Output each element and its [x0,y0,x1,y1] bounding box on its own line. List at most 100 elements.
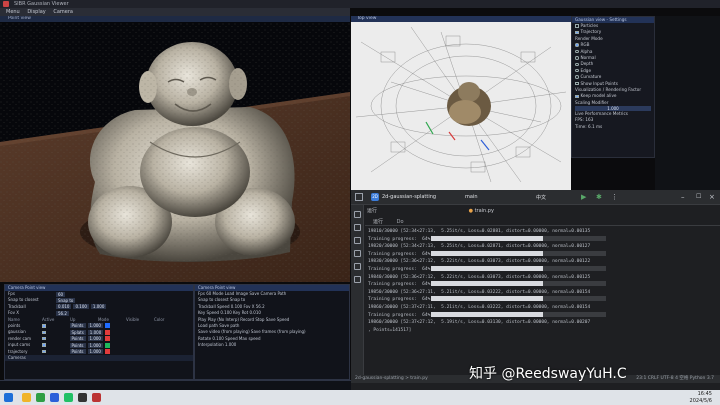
console-line-text: Training progress: 64% [368,236,431,242]
camera-mode-select[interactable]: Points [69,349,86,355]
progress-bar [431,311,607,317]
app-icon-green[interactable] [36,393,45,402]
console-line-text: 19860/30000 [52:37<27:11, 5.21it/s, Loss… [368,304,591,310]
console-line-text: 19830/30000 [52:36<27:12, 5.22it/s, Loss… [368,259,591,265]
settings-item-label: Render Mode [575,35,603,41]
language-tab[interactable]: 中文 [536,194,546,201]
run-icon[interactable]: ▶ [581,193,586,201]
render-viewport[interactable]: Point view [0,16,350,282]
run-tool-icon[interactable] [354,250,361,257]
camera-active-checkbox[interactable] [42,349,46,354]
camera-value-input[interactable]: 1.000 [87,336,103,342]
checkbox-icon[interactable] [575,81,579,86]
camera-active-checkbox[interactable] [42,324,46,328]
ide-toolbar: 2D 2d-gaussian-splatting main 中文 ▶ ✱ ⋮ –… [351,190,720,205]
branch-name[interactable]: main [465,194,478,200]
radio-icon[interactable] [575,75,579,79]
settings-item-label: Curvature [580,74,602,80]
taskbar-clock[interactable]: 16:45 2024/5/6 [690,391,712,404]
control-value-input[interactable]: 56.2 [56,310,69,316]
settings-item-label: RGB [580,42,590,48]
run-tab[interactable]: 运行 [367,208,377,214]
control-value-input[interactable]: Snap to [56,297,76,303]
terminal-taskbar-icon[interactable] [78,393,87,402]
camera-mode-select[interactable]: Points [69,336,86,342]
camera-mode-select[interactable]: Points [69,323,86,329]
console-line-text: Training progress: 64% [368,297,431,303]
structure-icon[interactable] [354,224,361,231]
checkbox-icon[interactable] [575,24,579,28]
console-line: Training progress: 64% [368,250,718,259]
camera-active-checkbox[interactable] [42,343,46,347]
control-value-input[interactable]: 0.100 [73,304,89,310]
console-line: , Points=141517] [368,327,718,335]
menu-item-1[interactable]: Display [27,9,45,15]
viewer-taskbar-icon[interactable] [92,393,101,402]
checkbox-icon[interactable] [575,94,579,99]
project-name[interactable]: 2d-gaussian-splatting [382,194,436,200]
progress-bar [431,296,607,302]
explorer-icon[interactable] [22,393,31,402]
console-line-text: 19840/30000 [52:36<27:12, 5.22it/s, Loss… [368,274,591,280]
progress-bar [431,281,607,287]
console-line: Training progress: 64% [368,311,718,320]
camera-value-input[interactable]: 1.000 [87,349,103,355]
radio-icon[interactable] [575,68,579,73]
settings-panel: Gaussian view - Settings Particles Trajec… [571,16,655,158]
camera-value-input[interactable]: 1.000 [87,329,104,335]
radio-icon[interactable] [575,56,579,60]
run-subtabs: 运行 Do [365,218,720,226]
subtab-do[interactable]: Do [397,219,404,225]
hamburger-icon[interactable] [355,193,363,201]
status-breadcrumb[interactable]: 2d-gaussian-splatting > train.py [355,376,428,381]
python-file-icon: ● [468,208,473,214]
camera-value-input[interactable]: 1.000 [87,342,103,348]
edge-icon[interactable] [50,393,59,402]
radio-icon[interactable] [575,43,579,47]
git-icon[interactable] [354,276,361,283]
control-value-input[interactable]: 0.010 [56,304,72,310]
console-line: 19860/30000 [52:37<27:11, 5.21it/s, Loss… [368,304,718,312]
camera-color-swatch[interactable] [104,336,110,342]
settings-item-label: Edge [580,67,592,73]
pointcloud-viewport[interactable]: Top view [351,16,571,190]
camera-color-swatch[interactable] [104,349,110,355]
camera-path-row[interactable]: Interpolation 1.000 [195,342,349,348]
run-console-output[interactable]: 19810/30000 [52:34<27:13, 5.25it/s, Loss… [368,228,718,374]
camera-value-input[interactable]: 1.000 [87,323,103,329]
more-icon[interactable]: ⋮ [611,193,618,201]
start-icon[interactable] [4,393,13,402]
settings-item-label: Alpha [580,48,593,54]
camera-active-checkbox[interactable] [42,330,46,335]
console-line-text: Training progress: 64% [368,251,431,257]
os-taskbar: 16:45 2024/5/6 [0,390,720,405]
ide-window: 2D 2d-gaussian-splatting main 中文 ▶ ✱ ⋮ –… [351,190,720,390]
subtab-label[interactable]: 运行 [373,219,383,225]
control-value-input[interactable]: 1.000 [90,304,107,310]
menu-item-0[interactable]: Menu [6,9,20,15]
camera-active-checkbox[interactable] [42,336,46,341]
radio-icon[interactable] [575,49,579,54]
progress-bar [431,250,607,256]
settings-item-label: Particles [580,23,599,28]
control-value-input[interactable]: 60 [56,291,66,297]
terminal-icon[interactable] [354,237,361,244]
close-icon[interactable]: × [709,193,715,201]
minimize-icon[interactable]: – [681,193,685,201]
menu-item-2[interactable]: Camera [53,9,73,15]
console-line: 19810/30000 [52:34<27:13, 5.25it/s, Loss… [368,228,718,236]
current-file-tab[interactable]: train.py [475,208,494,214]
folder-icon[interactable] [354,211,361,218]
camera-color-swatch[interactable] [104,342,110,348]
pycharm-icon[interactable] [64,393,73,402]
camera-color-swatch[interactable] [105,329,111,335]
camera-mode-select[interactable]: Points [69,342,86,348]
cameras-footer[interactable]: Cameras [5,354,193,362]
debug-icon[interactable]: ✱ [596,193,602,201]
camera-color-swatch[interactable] [104,323,110,329]
radio-icon[interactable] [575,62,579,67]
maximize-icon[interactable]: ☐ [696,193,701,200]
camera-mode-select[interactable]: Splats [69,329,86,335]
problems-icon[interactable] [354,263,361,270]
checkbox-icon[interactable] [575,30,579,35]
